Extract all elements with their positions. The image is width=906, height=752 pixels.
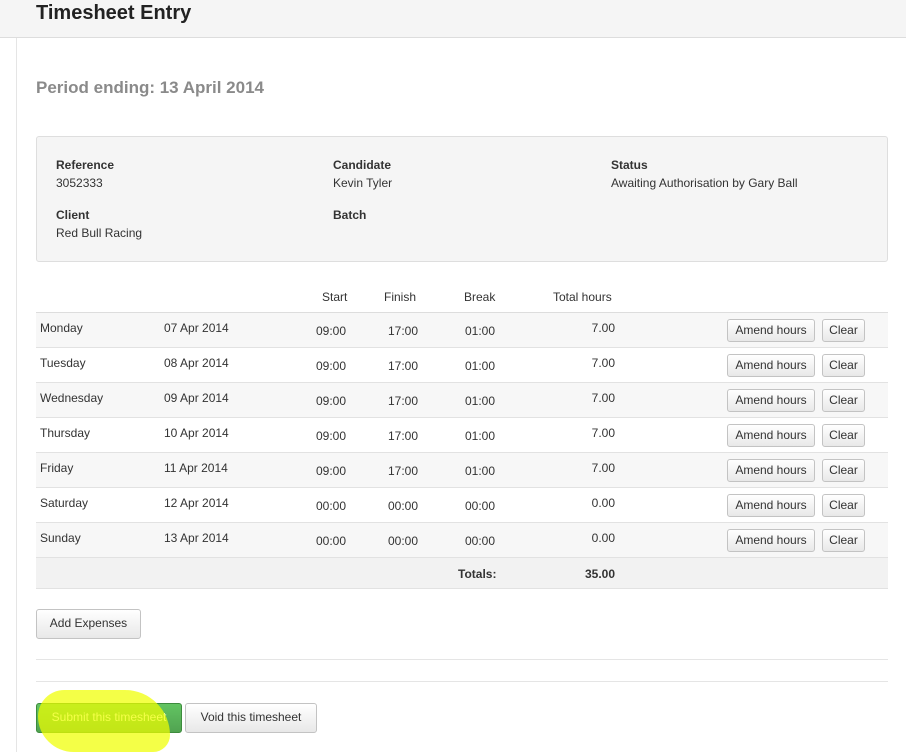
hours-table: Start Finish Break Total hours Monday 07… [36,282,888,589]
page-title: Timesheet Entry [36,2,192,24]
row-date: 08 Apr 2014 [164,356,229,370]
row-start: 09:00 [316,429,347,443]
row-start: 09:00 [316,324,347,338]
row-finish: 17:00 [388,324,419,338]
clear-button[interactable]: Clear [822,424,865,447]
row-day: Tuesday [40,356,86,370]
row-day: Thursday [40,426,91,440]
void-timesheet-button[interactable]: Void this timesheet [185,703,317,733]
client-label: Client [56,208,90,222]
table-row: Wednesday 09 Apr 2014 09:00 17:00 01:00 … [36,383,888,418]
row-break: 01:00 [465,429,496,443]
totals-row: Totals: 35.00 [36,558,888,589]
table-row: Monday 07 Apr 2014 09:00 17:00 01:00 7.0… [36,313,888,348]
reference-detail: Reference 3052333 [56,157,114,191]
row-start: 00:00 [316,499,347,513]
batch-label: Batch [333,208,367,222]
row-start: 09:00 [316,359,347,373]
row-date: 12 Apr 2014 [164,496,229,510]
row-total: 0.00 [591,531,615,545]
add-expenses-button[interactable]: Add Expenses [36,609,141,639]
candidate-value: Kevin Tyler [333,176,393,190]
table-row: Tuesday 08 Apr 2014 09:00 17:00 01:00 7.… [36,348,888,383]
row-date: 07 Apr 2014 [164,321,229,335]
row-finish: 17:00 [388,429,419,443]
status-detail: Status Awaiting Authorisation by Gary Ba… [611,157,798,191]
candidate-detail: Candidate Kevin Tyler [333,157,392,191]
timesheet-details-panel: Reference 3052333 Candidate Kevin Tyler … [36,136,888,262]
row-total: 7.00 [591,461,615,475]
header-start: Start [322,290,348,304]
row-break: 01:00 [465,394,496,408]
amend-hours-button[interactable]: Amend hours [727,319,815,342]
row-total: 7.00 [591,321,615,335]
row-break: 01:00 [465,464,496,478]
row-day: Saturday [40,496,89,510]
clear-button[interactable]: Clear [822,494,865,517]
row-finish: 00:00 [388,499,419,513]
row-total: 0.00 [591,496,615,510]
clear-button[interactable]: Clear [822,529,865,552]
row-day: Monday [40,321,83,335]
row-break: 00:00 [465,499,496,513]
header-break: Break [464,290,496,304]
row-total: 7.00 [591,356,615,370]
clear-button[interactable]: Clear [822,389,865,412]
row-day: Friday [40,461,74,475]
table-row: Sunday 13 Apr 2014 00:00 00:00 00:00 0.0… [36,523,888,558]
amend-hours-button[interactable]: Amend hours [727,424,815,447]
row-date: 11 Apr 2014 [164,461,228,475]
row-start: 09:00 [316,394,347,408]
status-value: Awaiting Authorisation by Gary Ball [611,176,798,190]
totals-value: 35.00 [584,567,615,581]
table-row: Saturday 12 Apr 2014 00:00 00:00 00:00 0… [36,488,888,523]
row-break: 01:00 [465,324,496,338]
row-finish: 17:00 [388,359,419,373]
row-day: Sunday [40,531,81,545]
reference-label: Reference [56,158,115,172]
amend-hours-button[interactable]: Amend hours [727,529,815,552]
row-finish: 17:00 [388,464,419,478]
amend-hours-button[interactable]: Amend hours [727,494,815,517]
totals-label: Totals: [458,567,497,581]
page-header: Timesheet Entry [0,0,906,38]
row-start: 00:00 [316,534,347,548]
row-date: 10 Apr 2014 [164,426,229,440]
table-header: Start Finish Break Total hours [36,282,888,313]
table-row: Friday 11 Apr 2014 09:00 17:00 01:00 7.0… [36,453,888,488]
section-divider [36,659,888,660]
client-detail: Client Red Bull Racing [56,207,142,241]
row-finish: 17:00 [388,394,419,408]
row-date: 09 Apr 2014 [164,391,229,405]
client-value: Red Bull Racing [56,226,143,240]
row-break: 01:00 [465,359,496,373]
row-break: 00:00 [465,534,496,548]
header-finish: Finish [384,290,417,304]
status-label: Status [611,158,648,172]
row-finish: 00:00 [388,534,419,548]
header-total-hours: Total hours [553,290,612,304]
batch-detail: Batch [333,207,366,225]
clear-button[interactable]: Clear [822,354,865,377]
table-row: Thursday 10 Apr 2014 09:00 17:00 01:00 7… [36,418,888,453]
row-start: 09:00 [316,464,347,478]
submit-timesheet-button[interactable]: Submit this timesheet [36,703,182,733]
clear-button[interactable]: Clear [822,319,865,342]
clear-button[interactable]: Clear [822,459,865,482]
row-date: 13 Apr 2014 [164,531,229,545]
amend-hours-button[interactable]: Amend hours [727,354,815,377]
amend-hours-button[interactable]: Amend hours [727,459,815,482]
section-divider [36,681,888,682]
amend-hours-button[interactable]: Amend hours [727,389,815,412]
row-total: 7.00 [591,426,615,440]
reference-value: 3052333 [56,176,103,190]
row-day: Wednesday [40,391,104,405]
candidate-label: Candidate [333,158,392,172]
period-title: Period ending: 13 April 2014 [36,78,264,97]
row-total: 7.00 [591,391,615,405]
